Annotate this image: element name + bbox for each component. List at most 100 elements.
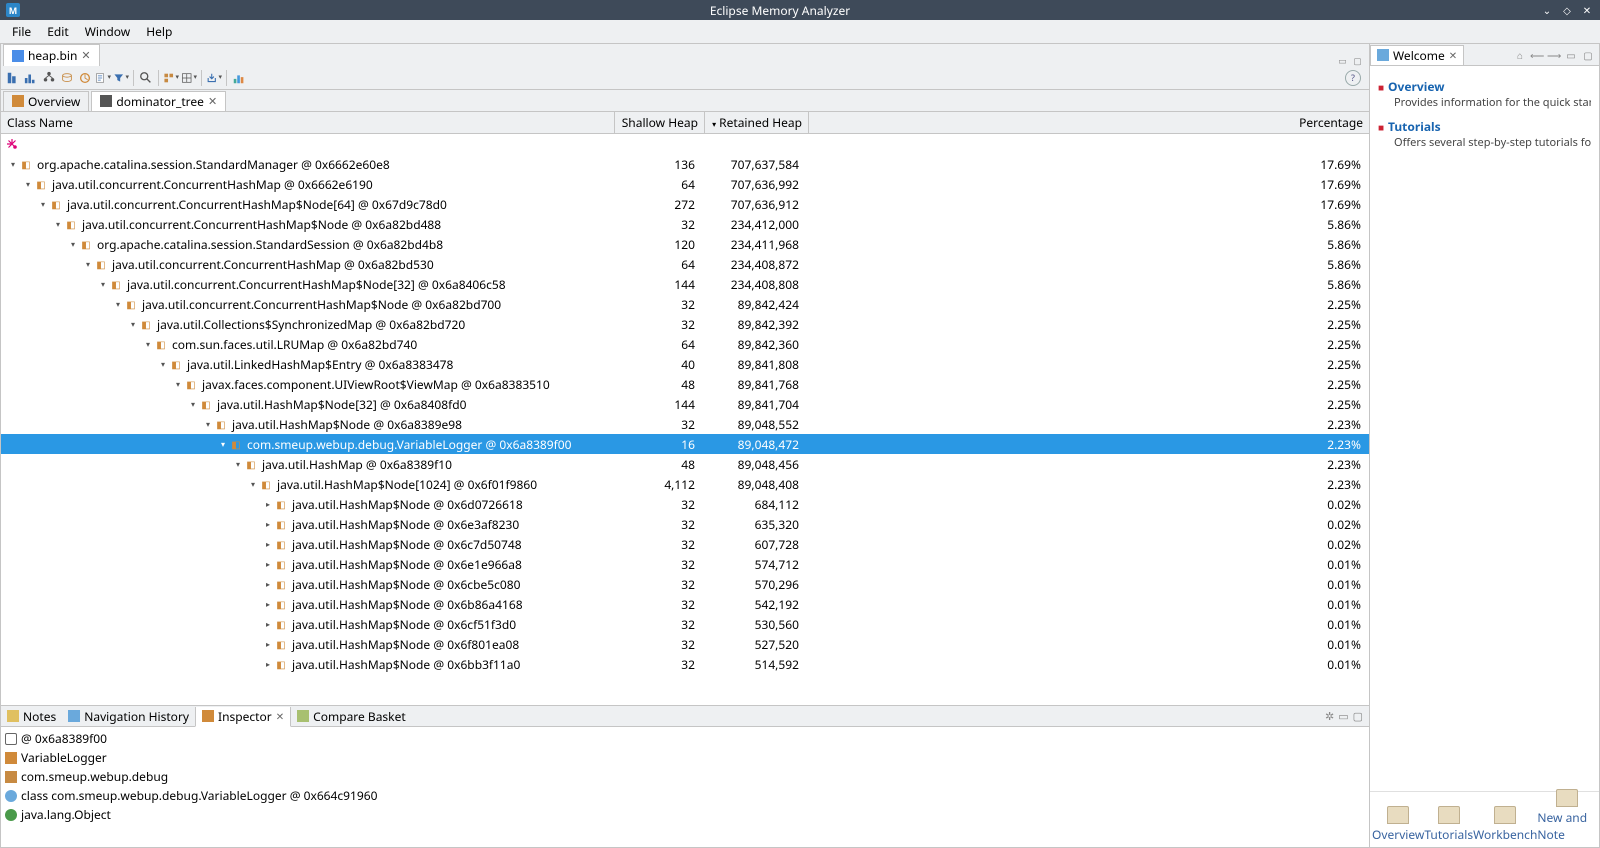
expand-toggle-icon[interactable]: ▾	[82, 259, 94, 270]
tab-welcome[interactable]: Welcome ✕	[1370, 45, 1464, 65]
dominator-tree-icon[interactable]	[41, 70, 57, 86]
welcome-link[interactable]: Tutorials	[1388, 118, 1441, 135]
expand-toggle-icon[interactable]: ▸	[262, 599, 274, 610]
table-row[interactable]: ▾◧java.util.concurrent.ConcurrentHashMap…	[1, 274, 1369, 294]
maximize-view-icon[interactable]: ▢	[1352, 55, 1363, 66]
menu-window[interactable]: Window	[77, 20, 139, 43]
expand-toggle-icon[interactable]: ▸	[262, 579, 274, 590]
expand-toggle-icon[interactable]: ▾	[97, 279, 109, 290]
expand-toggle-icon[interactable]: ▾	[232, 459, 244, 470]
expand-toggle-icon[interactable]: ▾	[217, 439, 229, 450]
expand-toggle-icon[interactable]: ▾	[37, 199, 49, 210]
expand-toggle-icon[interactable]: ▾	[247, 479, 259, 490]
table-row[interactable]: ▾◧java.util.LinkedHashMap$Entry @ 0x6a83…	[1, 354, 1369, 374]
close-icon[interactable]: ✕	[1580, 3, 1594, 17]
home-icon[interactable]: ⌂	[1513, 48, 1527, 62]
expand-toggle-icon[interactable]: ▸	[262, 519, 274, 530]
expand-toggle-icon[interactable]: ▾	[127, 319, 139, 330]
menu-help[interactable]: Help	[138, 20, 180, 43]
menu-file[interactable]: File	[4, 20, 39, 43]
close-tab-icon[interactable]: ✕	[208, 94, 217, 109]
table-row[interactable]: ▸◧java.util.HashMap$Node @ 0x6b86a416832…	[1, 594, 1369, 614]
table-row[interactable]: ▾◧org.apache.catalina.session.StandardSe…	[1, 234, 1369, 254]
table-row[interactable]: ▾◧java.util.HashMap$Node @ 0x6a8389e9832…	[1, 414, 1369, 434]
close-tab-icon[interactable]: ✕	[276, 709, 284, 723]
maximize-view-icon[interactable]: ▢	[1353, 709, 1363, 724]
table-row[interactable]: ▸◧java.util.HashMap$Node @ 0x6e3af823032…	[1, 514, 1369, 534]
welcome-link[interactable]: Overview	[1388, 78, 1445, 95]
query-dropdown[interactable]	[113, 70, 129, 86]
search-icon[interactable]	[138, 70, 154, 86]
histogram-icon[interactable]	[23, 70, 39, 86]
forward-icon[interactable]: ⟶	[1547, 48, 1561, 62]
overview-icon[interactable]	[5, 70, 21, 86]
table-row[interactable]: ▾◧org.apache.catalina.session.StandardMa…	[1, 154, 1369, 174]
calc-dropdown[interactable]	[181, 70, 197, 86]
close-tab-icon[interactable]: ✕	[1449, 48, 1457, 62]
table-row[interactable]: ▸◧java.util.HashMap$Node @ 0x6f801ea0832…	[1, 634, 1369, 654]
welcome-footer-item[interactable]: New and Note	[1537, 789, 1597, 843]
welcome-footer-item[interactable]: Workbench	[1473, 806, 1537, 843]
welcome-footer-item[interactable]: Overview	[1372, 806, 1424, 843]
expand-toggle-icon[interactable]: ▾	[202, 419, 214, 430]
table-row[interactable]: ▾◧java.util.HashMap$Node[32] @ 0x6a8408f…	[1, 394, 1369, 414]
gear-icon[interactable]: ✲	[1325, 709, 1334, 724]
table-row[interactable]: ▸◧java.util.HashMap$Node @ 0x6d072661832…	[1, 494, 1369, 514]
expand-toggle-icon[interactable]: ▾	[67, 239, 79, 250]
expand-toggle-icon[interactable]: ▾	[112, 299, 124, 310]
table-row[interactable]: ▾◧java.util.concurrent.ConcurrentHashMap…	[1, 254, 1369, 274]
column-shallow-heap[interactable]: Shallow Heap	[615, 112, 705, 133]
table-row[interactable]: ▸◧java.util.HashMap$Node @ 0x6bb3f11a032…	[1, 654, 1369, 674]
maximize-view-icon[interactable]: ▢	[1581, 48, 1595, 62]
expand-toggle-icon[interactable]: ▸	[262, 559, 274, 570]
minimize-icon[interactable]: ⌄	[1540, 3, 1554, 17]
menu-edit[interactable]: Edit	[39, 20, 76, 43]
minimize-view-icon[interactable]: ▭	[1564, 48, 1578, 62]
expand-toggle-icon[interactable]: ▾	[22, 179, 34, 190]
close-tab-icon[interactable]: ✕	[81, 48, 90, 63]
tab-dominator-tree[interactable]: dominator_tree ✕	[91, 91, 226, 111]
tab-navigation-history[interactable]: Navigation History	[62, 706, 195, 726]
filter-row[interactable]	[1, 134, 1369, 154]
table-row[interactable]: ▾◧com.smeup.webup.debug.VariableLogger @…	[1, 434, 1369, 454]
maximize-icon[interactable]: ◇	[1560, 3, 1574, 17]
table-row[interactable]: ▾◧java.util.HashMap$Node[1024] @ 0x6f01f…	[1, 474, 1369, 494]
thread-icon[interactable]	[77, 70, 93, 86]
table-row[interactable]: ▸◧java.util.HashMap$Node @ 0x6cf51f3d032…	[1, 614, 1369, 634]
column-class-name[interactable]: Class Name	[1, 112, 615, 133]
help-icon[interactable]: ?	[1345, 70, 1361, 86]
group-dropdown[interactable]	[163, 70, 179, 86]
expand-toggle-icon[interactable]: ▸	[262, 499, 274, 510]
minimize-view-icon[interactable]: ▭	[1338, 709, 1348, 724]
oql-icon[interactable]	[59, 70, 75, 86]
editor-tab-heap[interactable]: heap.bin ✕	[3, 44, 100, 66]
table-row[interactable]: ▾◧java.util.concurrent.ConcurrentHashMap…	[1, 214, 1369, 234]
tab-inspector[interactable]: Inspector✕	[195, 707, 291, 727]
run-report-dropdown[interactable]	[95, 70, 111, 86]
expand-toggle-icon[interactable]: ▾	[172, 379, 184, 390]
table-row[interactable]: ▾◧java.util.concurrent.ConcurrentHashMap…	[1, 194, 1369, 214]
expand-toggle-icon[interactable]: ▸	[262, 659, 274, 670]
tab-overview[interactable]: Overview	[3, 91, 89, 111]
table-row[interactable]: ▸◧java.util.HashMap$Node @ 0x6c7d5074832…	[1, 534, 1369, 554]
table-row[interactable]: ▾◧java.util.Collections$SynchronizedMap …	[1, 314, 1369, 334]
table-row[interactable]: ▾◧java.util.HashMap @ 0x6a8389f104889,04…	[1, 454, 1369, 474]
tab-compare-basket[interactable]: Compare Basket	[291, 706, 412, 726]
minimize-view-icon[interactable]: ▭	[1337, 55, 1348, 66]
expand-toggle-icon[interactable]: ▸	[262, 619, 274, 630]
table-row[interactable]: ▾◧javax.faces.component.UIViewRoot$ViewM…	[1, 374, 1369, 394]
expand-toggle-icon[interactable]: ▾	[157, 359, 169, 370]
expand-toggle-icon[interactable]: ▾	[142, 339, 154, 350]
expand-toggle-icon[interactable]: ▸	[262, 539, 274, 550]
expand-toggle-icon[interactable]: ▸	[262, 639, 274, 650]
table-row[interactable]: ▸◧java.util.HashMap$Node @ 0x6cbe5c08032…	[1, 574, 1369, 594]
expand-toggle-icon[interactable]: ▾	[52, 219, 64, 230]
dominator-tree-table[interactable]: ▾◧org.apache.catalina.session.StandardMa…	[1, 134, 1369, 705]
column-retained-heap[interactable]: Retained Heap	[705, 112, 809, 133]
expand-toggle-icon[interactable]: ▾	[187, 399, 199, 410]
export-dropdown[interactable]	[206, 70, 222, 86]
expand-toggle-icon[interactable]: ▾	[7, 159, 19, 170]
column-percentage[interactable]: Percentage	[809, 112, 1369, 133]
table-row[interactable]: ▾◧java.util.concurrent.ConcurrentHashMap…	[1, 294, 1369, 314]
table-row[interactable]: ▾◧com.sun.faces.util.LRUMap @ 0x6a82bd74…	[1, 334, 1369, 354]
